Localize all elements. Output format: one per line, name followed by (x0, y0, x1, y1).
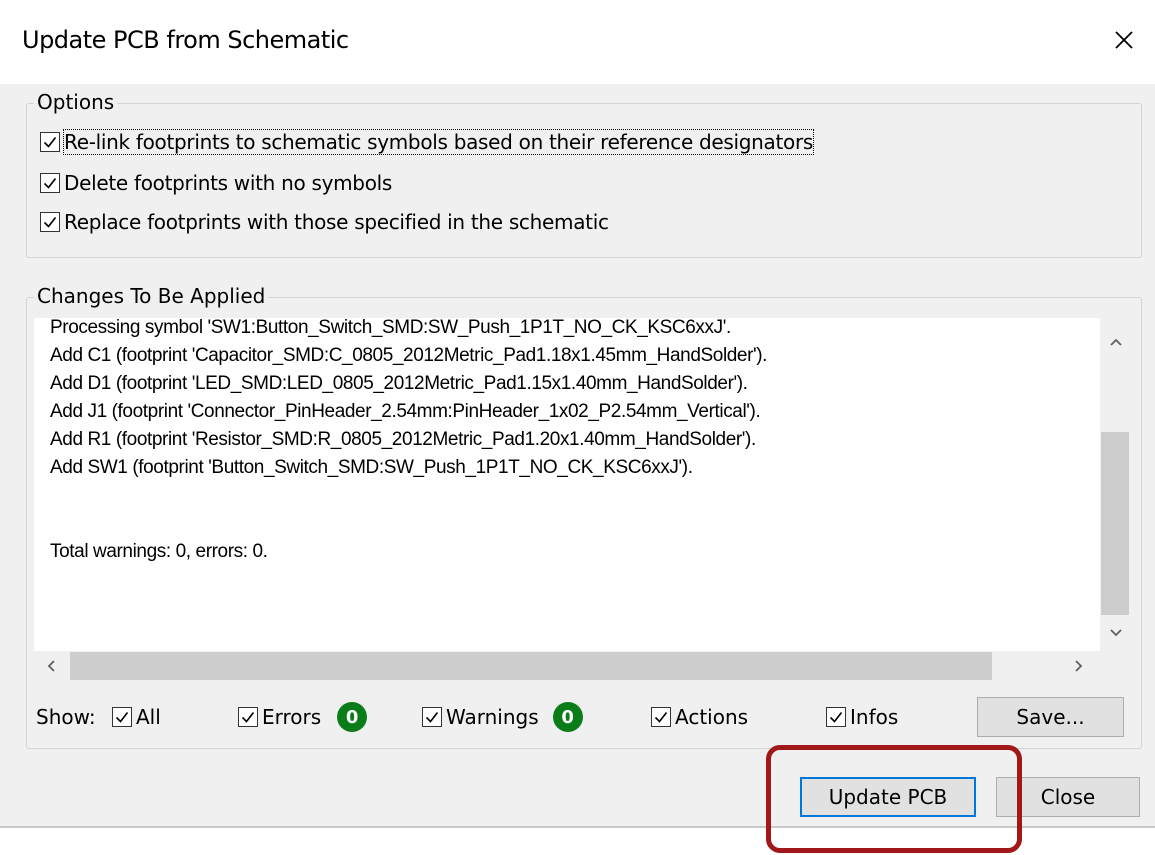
log-line: Add R1 (footprint 'Resistor_SMD:R_0805_2… (50, 429, 756, 450)
highlight-annotation (766, 745, 1022, 853)
warnings-count-badge: 0 (552, 702, 583, 732)
filter-warnings-label: Warnings (446, 705, 539, 729)
filter-warnings[interactable]: Warnings 0 (422, 702, 583, 732)
replace-footprints-checkbox[interactable] (40, 212, 60, 232)
save-button[interactable]: Save... (977, 697, 1124, 737)
show-label: Show: (36, 705, 96, 729)
filter-errors-label: Errors (262, 705, 322, 729)
filter-actions-label: Actions (675, 705, 749, 729)
replace-footprints-label: Replace footprints with those specified … (64, 210, 609, 234)
changes-group-label: Changes To Be Applied (34, 284, 269, 308)
filter-all-label: All (136, 705, 161, 729)
delete-footprints-label: Delete footprints with no symbols (64, 171, 393, 195)
log-line: Add J1 (footprint 'Connector_PinHeader_2… (50, 401, 761, 422)
log-line: Processing symbol 'SW1:Button_Switch_SMD… (50, 318, 731, 338)
filter-infos-checkbox[interactable] (826, 707, 846, 727)
log-line: Add C1 (footprint 'Capacitor_SMD:C_0805_… (50, 345, 768, 366)
vertical-scroll-thumb[interactable] (1101, 432, 1129, 615)
checkmark-icon (425, 712, 439, 723)
delete-footprints-checkbox[interactable] (40, 173, 60, 193)
replace-footprints-option[interactable]: Replace footprints with those specified … (40, 208, 609, 236)
checkmark-icon (43, 217, 57, 228)
filter-infos[interactable]: Infos (826, 702, 898, 732)
errors-count-badge: 0 (337, 702, 368, 732)
log-line: Total warnings: 0, errors: 0. (50, 541, 268, 562)
filter-errors[interactable]: Errors 0 (238, 702, 368, 732)
filter-actions[interactable]: Actions (651, 702, 748, 732)
log-line: Add SW1 (footprint 'Button_Switch_SMD:SW… (50, 457, 693, 478)
filter-all[interactable]: All (112, 702, 161, 732)
checkmark-icon (43, 178, 57, 189)
checkmark-icon (829, 712, 843, 723)
changes-log[interactable]: Processing symbol 'SW1:Button_Switch_SMD… (34, 318, 1100, 651)
scroll-up-icon[interactable] (1106, 332, 1126, 352)
relink-footprints-checkbox[interactable] (40, 132, 60, 152)
scroll-right-icon[interactable] (1068, 656, 1088, 676)
filter-actions-checkbox[interactable] (651, 707, 671, 727)
log-line: Add D1 (footprint 'LED_SMD:LED_0805_2012… (50, 373, 748, 394)
relink-footprints-option[interactable]: Re-link footprints to schematic symbols … (40, 128, 815, 156)
checkmark-icon (241, 712, 255, 723)
filter-all-checkbox[interactable] (112, 707, 132, 727)
horizontal-scroll-thumb[interactable] (70, 652, 992, 680)
dialog-title: Update PCB from Schematic (22, 26, 349, 54)
options-group-label: Options (34, 90, 118, 114)
update-pcb-dialog: Update PCB from Schematic Options Re-lin… (0, 0, 1155, 828)
scroll-down-icon[interactable] (1106, 623, 1126, 643)
filter-errors-checkbox[interactable] (238, 707, 258, 727)
scroll-left-icon[interactable] (42, 656, 62, 676)
checkmark-icon (115, 712, 129, 723)
filter-warnings-checkbox[interactable] (422, 707, 442, 727)
filter-infos-label: Infos (850, 705, 899, 729)
close-icon[interactable] (1110, 26, 1138, 54)
checkmark-icon (43, 137, 57, 148)
relink-footprints-label: Re-link footprints to schematic symbols … (62, 129, 815, 155)
checkmark-icon (654, 712, 668, 723)
delete-footprints-option[interactable]: Delete footprints with no symbols (40, 169, 392, 197)
title-bar: Update PCB from Schematic (0, 0, 1155, 84)
